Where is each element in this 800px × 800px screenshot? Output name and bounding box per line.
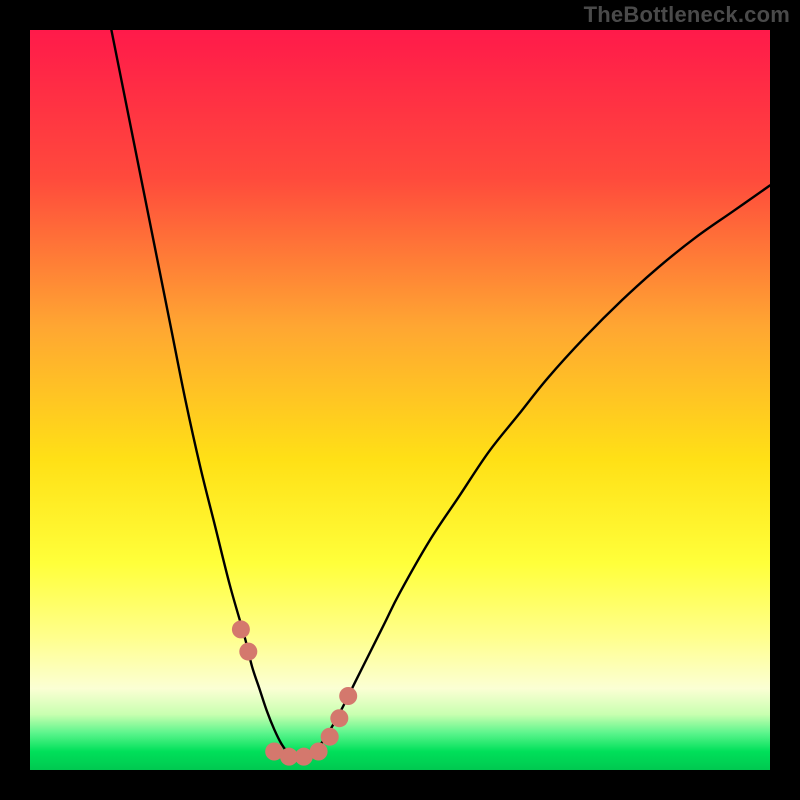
chart-background <box>30 30 770 770</box>
curve-marker <box>232 620 250 638</box>
curve-marker <box>321 728 339 746</box>
curve-marker <box>330 709 348 727</box>
curve-marker <box>310 743 328 761</box>
watermark-text: TheBottleneck.com <box>584 2 790 28</box>
curve-marker <box>239 643 257 661</box>
curve-marker <box>339 687 357 705</box>
chart-frame: TheBottleneck.com <box>0 0 800 800</box>
plot-area <box>30 30 770 770</box>
